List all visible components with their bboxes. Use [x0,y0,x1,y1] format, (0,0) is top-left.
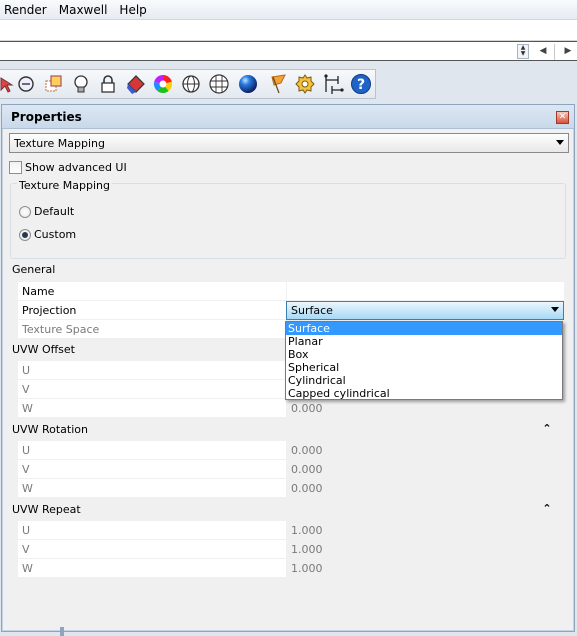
section-uvw-rotation: UVW Rotation [12,423,88,436]
rotation-v-value[interactable]: 0.000 [291,463,323,476]
name-value-field[interactable] [287,282,564,301]
gear-icon[interactable] [293,72,317,96]
repeat-v-value[interactable]: 1.000 [291,543,323,556]
rotation-u-value[interactable]: 0.000 [291,444,323,457]
blue-sphere-icon[interactable] [236,72,260,96]
close-icon[interactable]: ✕ [556,111,569,124]
row-texture-space-label: Texture Space [22,323,100,336]
color-wheel-icon[interactable] [151,72,175,96]
circle-select-icon[interactable] [14,72,38,96]
rotation-row-w: W 0.000 [18,479,564,498]
repeat-u-value[interactable]: 1.000 [291,524,323,537]
panel-title: Properties [11,110,82,124]
viewport-edge [60,627,64,636]
collapse-repeat-icon[interactable]: ⌃ [540,503,554,517]
repeat-row-u: U 1.000 [18,521,564,540]
bottom-strip [0,632,577,636]
chevron-down-icon [556,140,564,145]
command-line[interactable]: ▲ ▼ ◀ ▶ [0,41,577,61]
paint-bucket-icon[interactable] [124,72,148,96]
repeat-w-label: W [22,562,33,575]
option-capped-cylindrical[interactable]: Capped cylindrical [286,387,562,400]
projection-select[interactable]: Surface [286,301,564,320]
radio-custom[interactable] [19,229,31,241]
menu-help[interactable]: Help [115,0,154,20]
rotation-w-value[interactable]: 0.000 [291,482,323,495]
radio-default[interactable] [19,206,31,218]
texture-mapping-group-title: Texture Mapping [17,179,112,192]
help-icon[interactable]: ? [349,72,373,96]
section-general: General [12,263,56,276]
scroll-left-icon[interactable]: ◀ [537,44,549,59]
row-name: Name [18,282,564,301]
dimension-icon[interactable] [322,72,346,96]
option-surface[interactable]: Surface [286,322,562,335]
copy-icon[interactable] [41,72,65,96]
offset-u-label: U [22,364,31,377]
mesh-sphere-icon[interactable] [207,72,231,96]
option-spherical[interactable]: Spherical [286,361,562,374]
flag-icon[interactable] [266,72,290,96]
lock-icon[interactable] [96,72,120,96]
radio-default-label: Default [34,205,75,218]
command-separator [554,44,555,60]
repeat-row-w: W 1.000 [18,559,564,578]
repeat-row-v: V 1.000 [18,540,564,559]
option-box[interactable]: Box [286,348,562,361]
properties-page-value: Texture Mapping [14,137,105,150]
rotation-v-label: V [22,463,30,476]
menu-maxwell[interactable]: Maxwell [55,0,116,20]
section-uvw-offset: UVW Offset [12,343,75,356]
show-advanced-label: Show advanced UI [25,161,127,174]
chevron-down-icon [551,307,559,312]
offset-v-label: V [22,383,30,396]
row-name-label: Name [22,285,55,298]
command-spinner[interactable]: ▲ ▼ [517,44,529,59]
radio-custom-label: Custom [34,228,77,241]
repeat-v-label: V [22,543,30,556]
rotation-row-v: V 0.000 [18,460,564,479]
rotation-row-u: U 0.000 [18,441,564,460]
menu-render[interactable]: Render [0,0,55,20]
row-projection-label: Projection [22,304,77,317]
section-uvw-repeat: UVW Repeat [12,503,81,516]
texture-mapping-group [10,183,566,259]
repeat-u-label: U [22,524,31,537]
projection-value: Surface [291,304,333,317]
repeat-w-value[interactable]: 1.000 [291,562,323,575]
offset-w-value[interactable]: 0.000 [291,402,323,415]
svg-text:?: ? [357,77,365,93]
projection-dropdown-list: Surface Planar Box Spherical Cylindrical… [285,321,563,400]
sphere-wireframe-icon[interactable] [179,72,203,96]
menu-bar: Render Maxwell Help [0,0,577,20]
show-advanced-checkbox[interactable] [9,161,22,174]
command-history [0,20,577,41]
lightbulb-icon[interactable] [69,72,93,96]
panel-header: Properties ✕ [2,105,574,129]
offset-w-label: W [22,402,33,415]
properties-page-select[interactable]: Texture Mapping [9,133,569,153]
rotation-u-label: U [22,444,31,457]
collapse-rotation-icon[interactable]: ⌃ [540,423,554,437]
rotation-w-label: W [22,482,33,495]
toolbar: ? [0,63,577,101]
offset-row-w: W 0.000 [18,399,564,418]
option-planar[interactable]: Planar [286,335,562,348]
scroll-right-icon[interactable]: ▶ [562,44,574,59]
radio-selected-dot [22,232,28,238]
option-cylindrical[interactable]: Cylindrical [286,374,562,387]
